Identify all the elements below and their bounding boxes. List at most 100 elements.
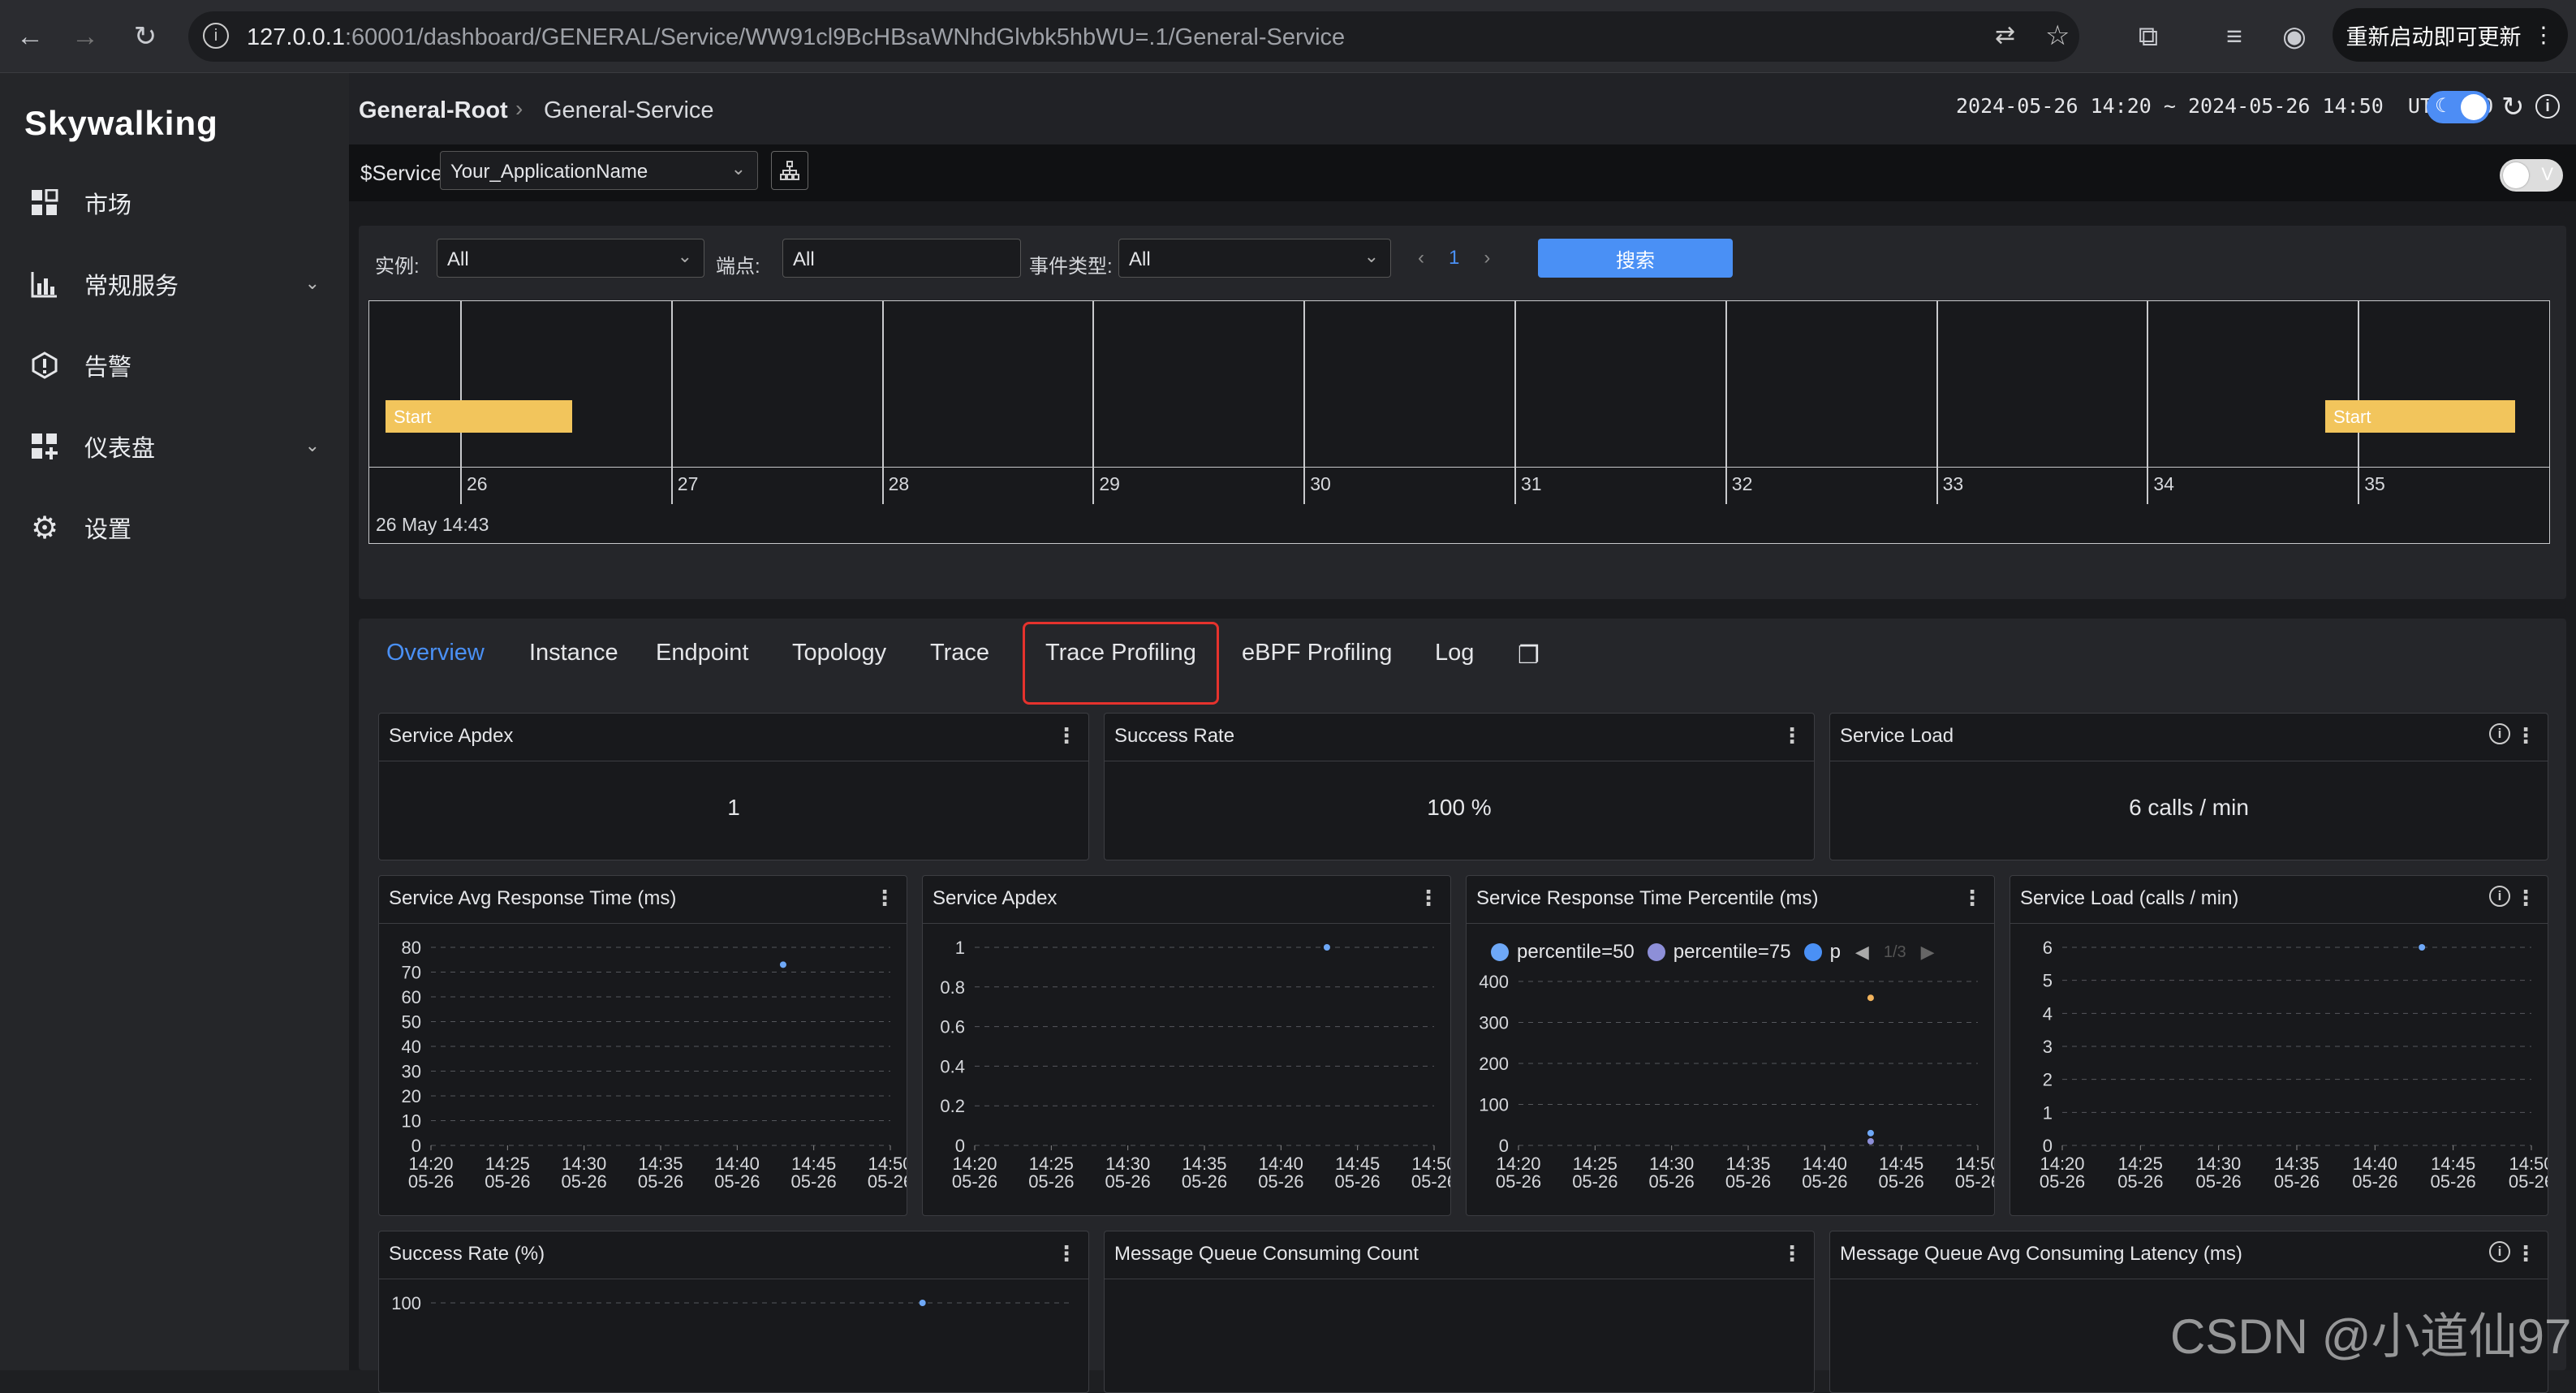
pagination: ‹ 1 › bbox=[1418, 247, 1490, 270]
bookmark-star-icon[interactable]: ☆ bbox=[2045, 19, 2070, 52]
more-vertical-icon[interactable]: ⋮ bbox=[874, 886, 895, 911]
timeline-tick-label: 31 bbox=[1521, 473, 1542, 494]
sidebar-item-label: 仪表盘 bbox=[84, 436, 156, 462]
more-vertical-icon[interactable]: ⋮ bbox=[1781, 1241, 1803, 1266]
chevron-down-icon[interactable]: ⌄ bbox=[305, 435, 320, 456]
topology-tree-icon[interactable] bbox=[771, 151, 808, 190]
service-select[interactable]: Your_ApplicationName ⌄ bbox=[440, 151, 758, 190]
timeline-event-bar[interactable]: Start bbox=[386, 400, 572, 433]
reading-list-icon[interactable]: ≡ bbox=[2216, 18, 2253, 55]
sidebar-item-settings[interactable]: ⚙ 设置 bbox=[28, 503, 328, 552]
sidebar-item-label: 市场 bbox=[84, 192, 132, 218]
more-vertical-icon[interactable]: ⋮ bbox=[1781, 723, 1803, 748]
sidebar-item-dashboard[interactable]: 仪表盘 ⌄ bbox=[28, 422, 328, 471]
tab-topology[interactable]: Topology bbox=[792, 640, 886, 666]
view-mode-toggle[interactable]: V bbox=[2500, 159, 2563, 192]
next-page-icon[interactable]: › bbox=[1484, 247, 1490, 269]
info-icon[interactable]: i bbox=[2489, 886, 2510, 907]
url-text[interactable]: 127.0.0.1:60001/dashboard/GENERAL/Servic… bbox=[247, 24, 1345, 51]
timeline-tick-label: 32 bbox=[1731, 473, 1753, 494]
timeline-gridline bbox=[1725, 301, 1727, 504]
breadcrumb-root[interactable]: General-Root bbox=[359, 97, 508, 124]
reload-icon[interactable]: ↻ bbox=[127, 18, 164, 55]
page-number[interactable]: 1 bbox=[1449, 247, 1459, 269]
document-icon[interactable]: ❐ bbox=[1518, 641, 1540, 670]
tab-instance[interactable]: Instance bbox=[529, 640, 618, 666]
legend-dot bbox=[1647, 943, 1665, 961]
event-timeline[interactable]: 26 27 28 29 30 31 32 33 34 35 Start Start 26 May … bbox=[368, 300, 2550, 544]
x-tick-label: 05-26 bbox=[2196, 1171, 2242, 1192]
more-vertical-icon[interactable]: ⋮ bbox=[1056, 723, 1077, 748]
legend-prev-icon[interactable]: ◀ bbox=[1855, 942, 1869, 963]
timeline-event-bar[interactable]: Start bbox=[2325, 400, 2515, 433]
sidebar-item-label: 告警 bbox=[84, 355, 132, 381]
card-mq-consuming-count: Message Queue Consuming Count ⋮ bbox=[1104, 1231, 1815, 1393]
skywalking-logo[interactable]: Skywalking bbox=[24, 104, 218, 143]
tab-trace[interactable]: Trace bbox=[930, 640, 989, 666]
x-tick-label: 05-26 bbox=[1955, 1171, 1994, 1192]
sidebar-item-market[interactable]: 市场 bbox=[28, 179, 328, 227]
breadcrumb-current[interactable]: General-Service bbox=[544, 97, 714, 124]
data-point bbox=[1867, 994, 1874, 1002]
theme-toggle[interactable]: ☾ bbox=[2427, 91, 2490, 123]
card-title: Service Apdex bbox=[389, 725, 514, 747]
chevron-down-icon[interactable]: ⌄ bbox=[305, 273, 320, 294]
info-icon[interactable]: i bbox=[2489, 723, 2510, 744]
sidebar-item-label: 设置 bbox=[84, 517, 132, 543]
forward-icon[interactable]: → bbox=[67, 18, 104, 55]
timeline-tick-label: 34 bbox=[2153, 473, 2174, 494]
y-tick-label: 70 bbox=[402, 963, 421, 983]
card-title: Service Avg Response Time (ms) bbox=[389, 887, 677, 909]
timeline-tick-label: 28 bbox=[888, 473, 910, 494]
more-vertical-icon[interactable]: ⋮ bbox=[1056, 1241, 1077, 1266]
browser-toolbar: ← → ↻ i 127.0.0.1:60001/dashboard/GENERA… bbox=[0, 0, 2576, 73]
more-vertical-icon[interactable]: ⋮ bbox=[2515, 1241, 2536, 1266]
x-tick-label: 05-26 bbox=[2509, 1171, 2548, 1192]
tab-overview[interactable]: Overview bbox=[386, 640, 485, 666]
data-point bbox=[779, 961, 786, 968]
tab-trace-profiling[interactable]: Trace Profiling bbox=[1045, 640, 1196, 666]
profile-icon[interactable]: ◉ bbox=[2276, 18, 2313, 55]
card-title: Message Queue Avg Consuming Latency (ms) bbox=[1840, 1243, 2242, 1265]
tab-log[interactable]: Log bbox=[1435, 640, 1474, 666]
tab-endpoint[interactable]: Endpoint bbox=[656, 640, 749, 666]
more-vertical-icon[interactable]: ⋮ bbox=[1962, 886, 1983, 911]
x-tick-label: 05-26 bbox=[408, 1171, 454, 1192]
endpoint-input[interactable]: All bbox=[782, 239, 1021, 278]
time-range-picker[interactable]: 2024-05-26 14:20 ~ 2024-05-26 14:50 UTC+… bbox=[1956, 94, 2493, 118]
info-icon[interactable]: i bbox=[2535, 94, 2560, 119]
legend-item[interactable]: percentile=50 bbox=[1517, 941, 1635, 964]
legend-item[interactable]: p bbox=[1830, 941, 1841, 964]
card-success-rate-chart: Success Rate (%) ⋮ 100 bbox=[378, 1231, 1089, 1393]
event-type-select[interactable]: All ⌄ bbox=[1118, 239, 1391, 278]
back-icon[interactable]: ← bbox=[11, 18, 49, 55]
sidebar-item-alerts[interactable]: 告警 bbox=[28, 341, 328, 390]
tab-ebpf-profiling[interactable]: eBPF Profiling bbox=[1242, 640, 1392, 666]
x-tick-label: 05-26 bbox=[1411, 1171, 1450, 1192]
refresh-icon[interactable]: ↻ bbox=[2501, 91, 2525, 123]
site-info-icon[interactable]: i bbox=[203, 23, 229, 49]
legend-next-icon[interactable]: ▶ bbox=[1921, 942, 1935, 963]
info-icon[interactable]: i bbox=[2489, 1241, 2510, 1262]
metric-value: 1 bbox=[727, 795, 740, 820]
update-button[interactable]: 重新启动即可更新 ⋮ bbox=[2333, 8, 2568, 62]
more-vertical-icon[interactable]: ⋮ bbox=[2515, 723, 2536, 748]
timeline-gridline bbox=[2147, 301, 2149, 504]
address-bar[interactable]: i 127.0.0.1:60001/dashboard/GENERAL/Serv… bbox=[188, 11, 2079, 62]
more-vertical-icon[interactable]: ⋮ bbox=[1418, 886, 1439, 911]
legend-item[interactable]: percentile=75 bbox=[1674, 941, 1791, 964]
timeline-axis bbox=[369, 467, 2549, 468]
timeline-date: 26 May 14:43 bbox=[376, 514, 489, 535]
more-vertical-icon[interactable]: ⋮ bbox=[2515, 886, 2536, 911]
prev-page-icon[interactable]: ‹ bbox=[1418, 247, 1424, 269]
translate-icon[interactable]: ⇄ bbox=[1995, 21, 2015, 50]
search-button[interactable]: 搜索 bbox=[1538, 239, 1733, 278]
timeline-gridline bbox=[1936, 301, 1938, 504]
y-tick-label: 0.2 bbox=[940, 1096, 965, 1116]
extensions-icon[interactable]: ⧉ bbox=[2130, 18, 2167, 55]
dashboard-add-icon bbox=[28, 429, 62, 464]
sidebar-item-general-service[interactable]: 常规服务 ⌄ bbox=[28, 260, 328, 308]
instance-select[interactable]: All ⌄ bbox=[437, 239, 704, 278]
chart-response-percentile: 010020030040014:2005-2614:2505-2614:3005… bbox=[1479, 972, 1994, 1192]
timeline-gridline bbox=[670, 301, 673, 504]
